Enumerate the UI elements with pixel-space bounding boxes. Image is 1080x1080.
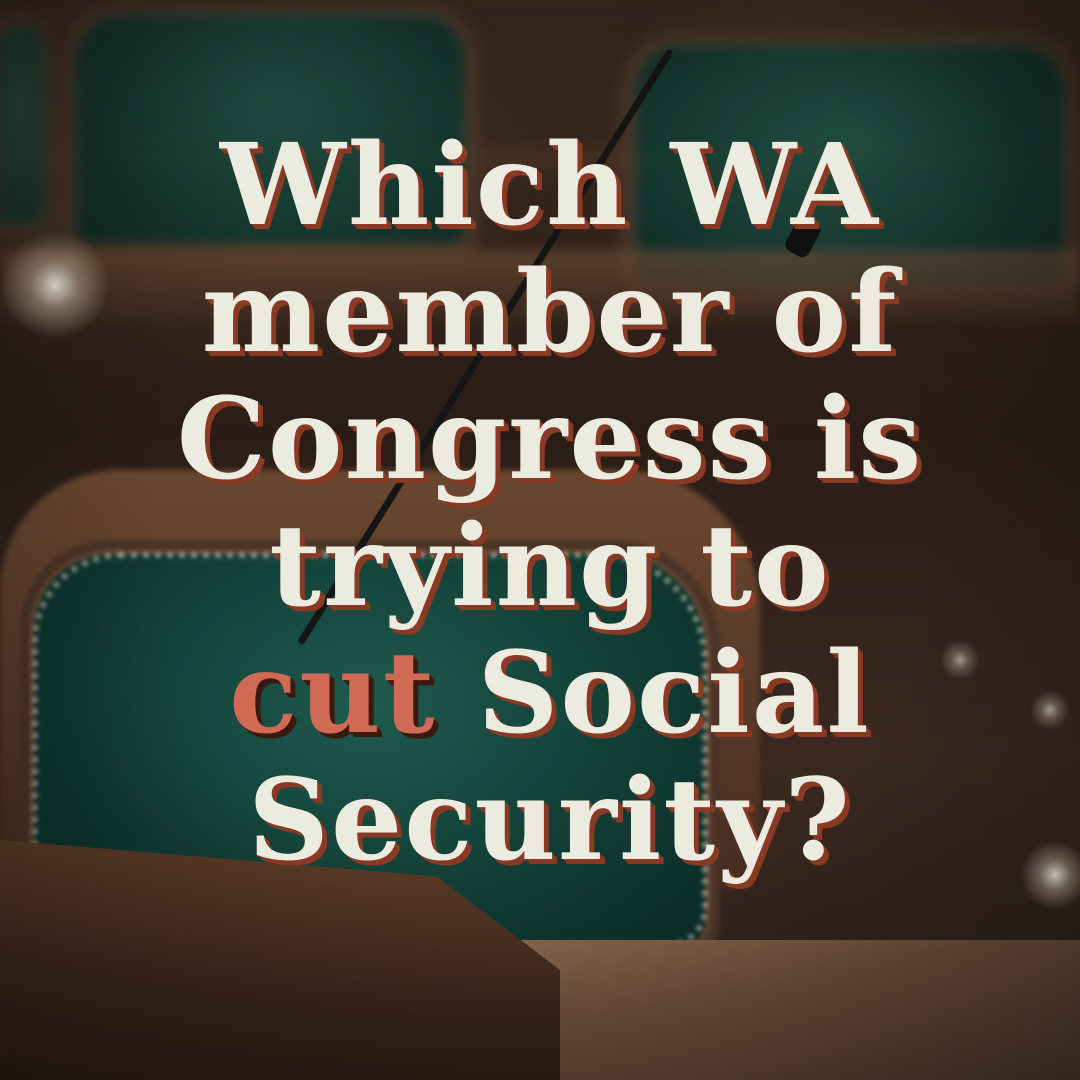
headline: Which WA member of Congress is trying to… — [0, 122, 1080, 884]
headline-line-5: cut Social — [20, 630, 1080, 757]
headline-line-4: trying to — [269, 501, 831, 632]
headline-line-5-rest: Social — [436, 628, 871, 759]
headline-line-1: Which WA — [220, 120, 880, 251]
headline-line-3: Congress is — [176, 374, 924, 505]
headline-line-6: Security? — [248, 755, 852, 886]
headline-line-2: member of — [201, 247, 899, 378]
headline-accent-word: cut — [229, 628, 437, 759]
